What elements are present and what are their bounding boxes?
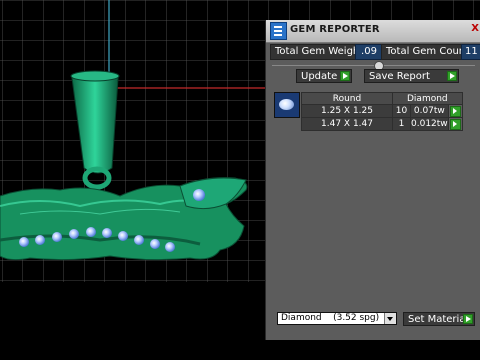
- total-gem-weight-value: .09: [355, 44, 383, 60]
- material-header: Diamond: [392, 92, 463, 105]
- chevron-down-icon: [384, 313, 396, 324]
- save-report-label: Save Report: [369, 71, 430, 82]
- update-button[interactable]: Update: [296, 69, 352, 83]
- gem-count: 1: [392, 117, 411, 131]
- gem-weight: 0.07tw: [410, 104, 449, 118]
- row-action: [447, 117, 463, 131]
- update-arrow-icon: [340, 71, 350, 81]
- total-gem-weight-label: Total Gem Weight: [270, 44, 369, 60]
- material-select-value: Diamond (3.52 spg): [281, 313, 380, 323]
- update-label: Update: [301, 71, 338, 82]
- save-report-arrow-icon: [447, 71, 457, 81]
- report-icon: [270, 22, 287, 40]
- panel-title: GEM REPORTER: [290, 24, 380, 35]
- material-select[interactable]: Diamond (3.52 spg): [277, 312, 397, 325]
- close-icon[interactable]: X: [471, 23, 479, 34]
- table-row: 1.25 X 1.25 10 0.07tw: [301, 104, 463, 118]
- set-material-button[interactable]: Set Material: [403, 312, 475, 326]
- row-arrow-icon[interactable]: [449, 118, 461, 130]
- gem-table: Round Diamond 1.25 X 1.25 10 0.07tw 1.47…: [301, 92, 463, 131]
- save-report-button[interactable]: Save Report: [364, 69, 459, 83]
- table-row: 1.47 X 1.47 1 0.012tw: [301, 117, 463, 131]
- set-material-label: Set Material: [408, 314, 469, 325]
- panel-titlebar[interactable]: GEM REPORTER X: [266, 20, 480, 43]
- gem-size: 1.25 X 1.25: [301, 104, 393, 118]
- gem-count: 10: [392, 104, 411, 118]
- set-material-arrow-icon: [463, 314, 473, 324]
- round-gem-icon[interactable]: [274, 92, 300, 118]
- row-arrow-icon[interactable]: [449, 105, 461, 117]
- shape-header: Round: [301, 92, 393, 105]
- row-action: [447, 104, 463, 118]
- total-gem-count-value: 11: [461, 44, 480, 60]
- gem-weight: 0.012tw: [410, 117, 449, 131]
- gem-reporter-panel: GEM REPORTER X Total Gem Weight .09 Tota…: [265, 20, 480, 340]
- gem-size: 1.47 X 1.47: [301, 117, 393, 131]
